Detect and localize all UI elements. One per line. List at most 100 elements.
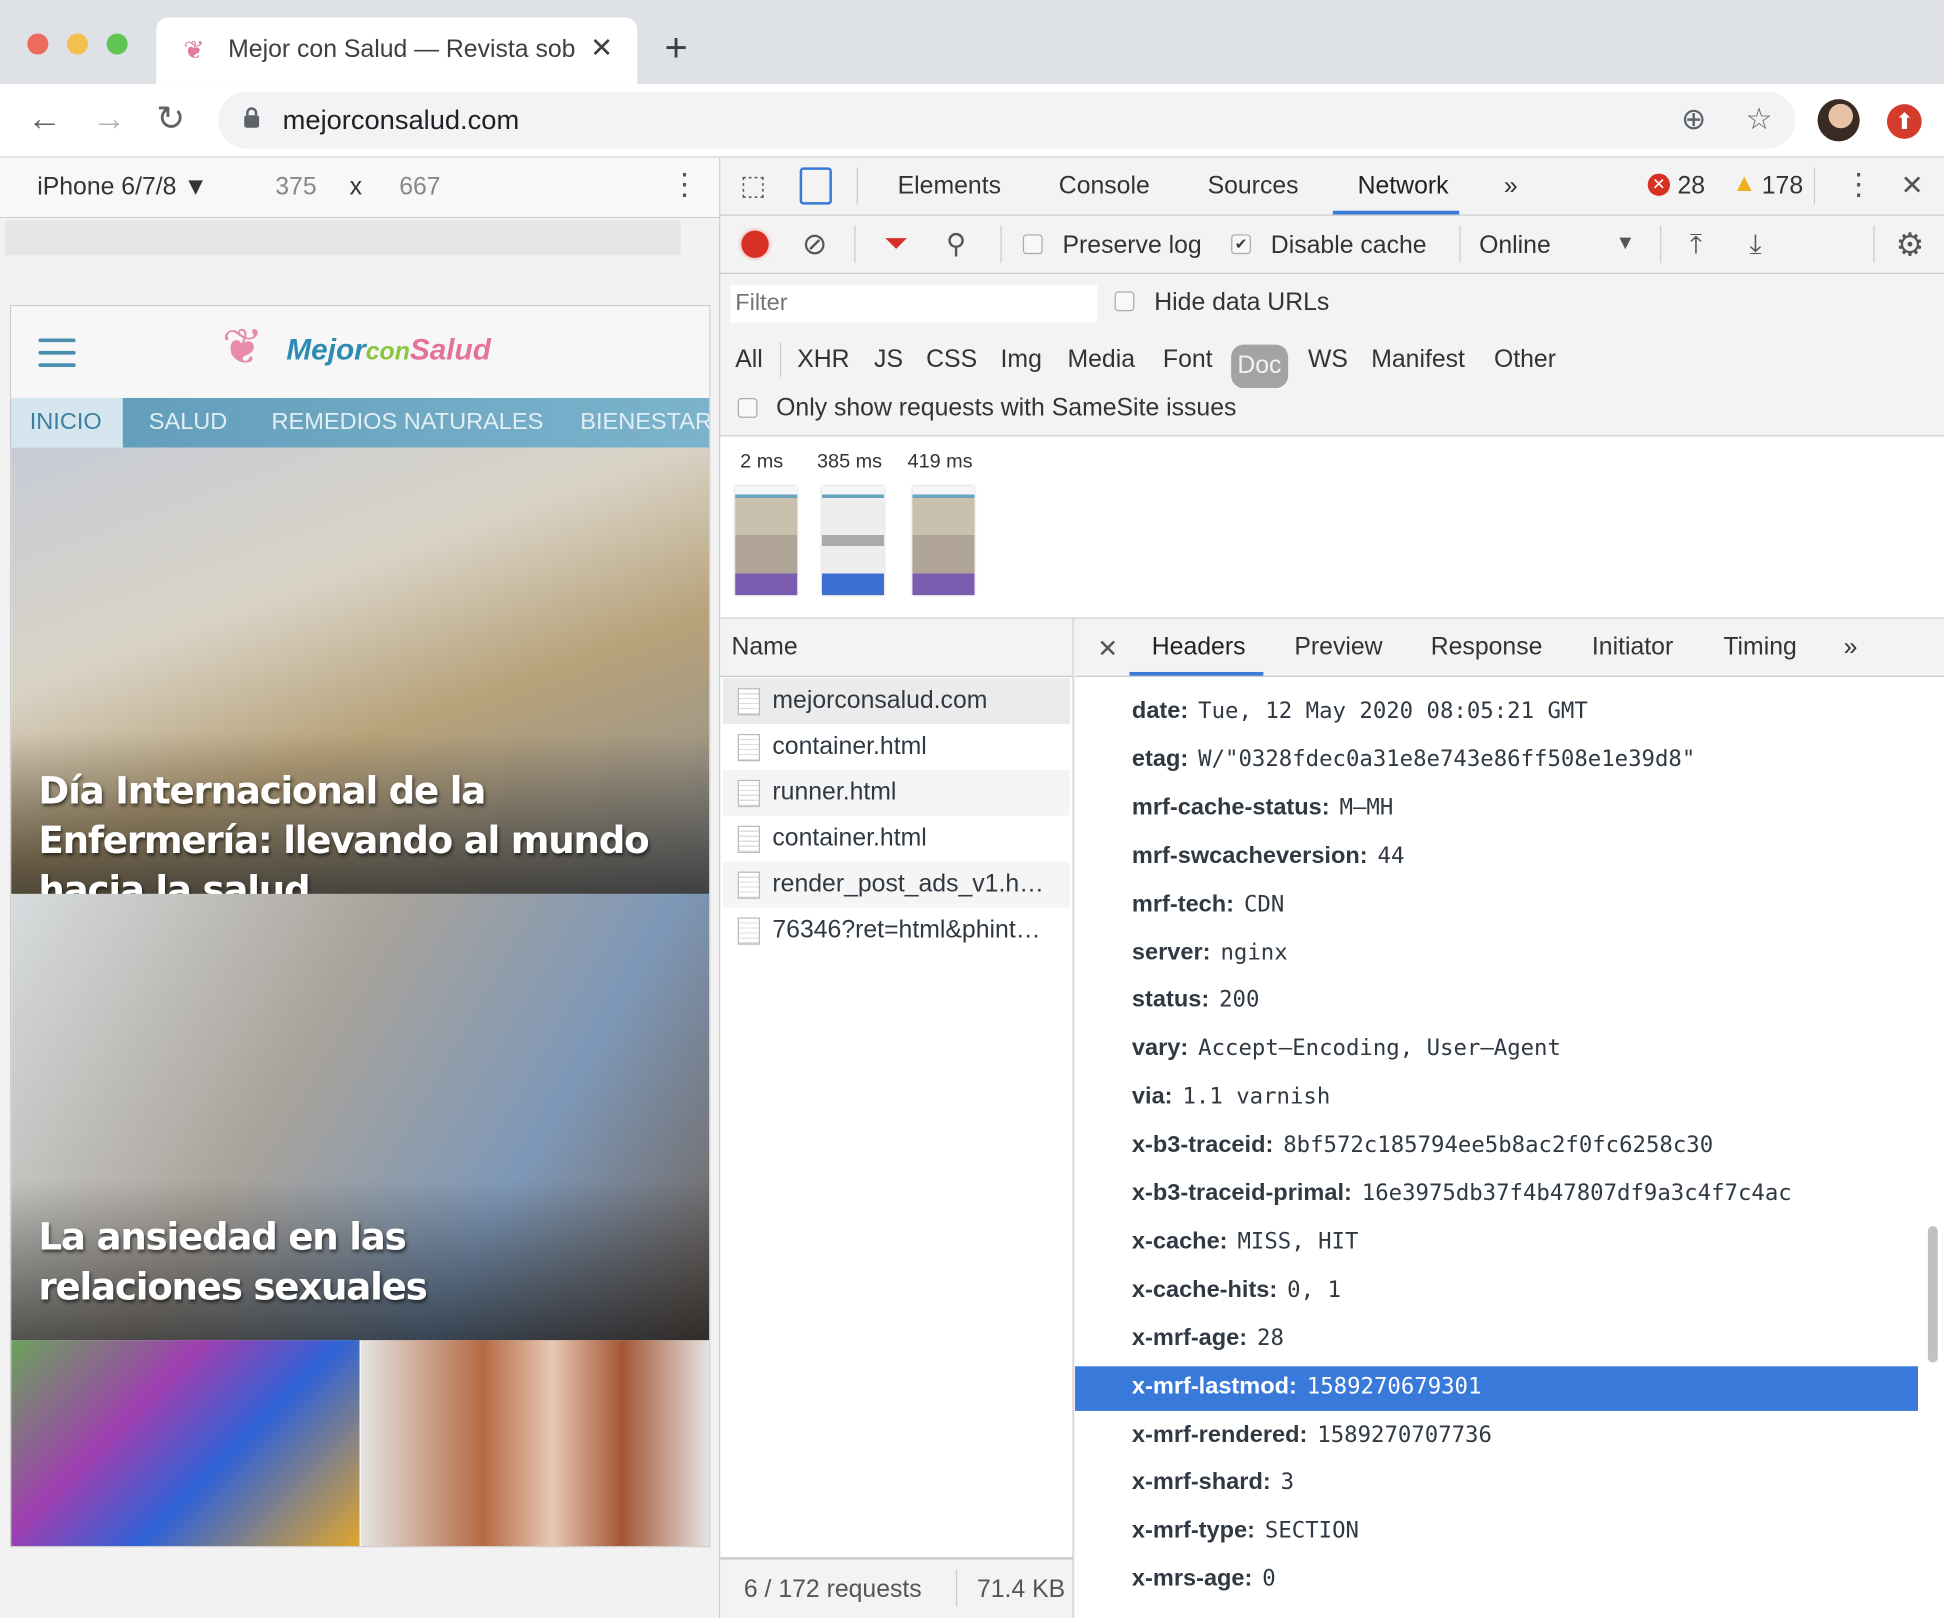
filter-type-doc[interactable]: Doc (1231, 344, 1288, 389)
settings-gear-icon[interactable]: ⚙ (1896, 226, 1925, 264)
tab-response[interactable]: Response (1431, 634, 1543, 663)
new-tab-button[interactable]: + (665, 27, 688, 67)
error-icon[interactable]: ✕ (1647, 173, 1671, 196)
article-thumbnail[interactable] (360, 1340, 710, 1547)
request-row[interactable]: runner.html (722, 769, 1070, 816)
bookmark-star-icon[interactable]: ☆ (1746, 102, 1773, 138)
filter-type-css[interactable]: CSS (921, 345, 982, 376)
error-count[interactable]: 28 (1677, 172, 1705, 201)
filter-type-manifest[interactable]: Manifest (1366, 345, 1470, 376)
maximize-window-button[interactable] (106, 33, 128, 55)
hamburger-menu-icon[interactable] (38, 338, 76, 367)
nav-item-salud[interactable]: SALUD (149, 409, 228, 436)
warning-count[interactable]: 178 (1762, 172, 1803, 201)
forward-button[interactable]: → (92, 97, 127, 142)
device-toggle-icon[interactable] (799, 167, 832, 205)
response-header-row[interactable]: date: Tue, 12 May 2020 08:05:21 GMT (1075, 691, 1918, 736)
filter-type-all[interactable]: All (730, 345, 767, 376)
request-row[interactable]: mejorconsalud.com (722, 678, 1070, 725)
import-har-icon[interactable]: ⤒ (1690, 228, 1702, 260)
samesite-checkbox[interactable] (737, 397, 758, 418)
clear-icon[interactable]: ⊘ (802, 227, 827, 263)
response-header-row[interactable]: x-b3-traceid: 8bf572c185794ee5b8ac2f0fc62… (1075, 1125, 1918, 1170)
preserve-log-checkbox[interactable] (1022, 234, 1043, 255)
article-headline[interactable]: La ansiedad en las relaciones sexuales (38, 1214, 608, 1313)
filmstrip-frame[interactable] (821, 486, 884, 596)
inspect-element-icon[interactable]: ⬚ (740, 170, 766, 202)
scrollbar-thumb[interactable] (1927, 1226, 1938, 1363)
filter-type-img[interactable]: Img (996, 345, 1047, 376)
tab-elements[interactable]: Elements (898, 172, 1001, 201)
update-icon[interactable]: ⬆ (1886, 104, 1922, 139)
reload-button[interactable]: ↻ (156, 97, 185, 142)
filter-type-ws[interactable]: WS (1303, 345, 1353, 376)
tab-headers[interactable]: Headers (1152, 634, 1246, 663)
back-button[interactable]: ← (27, 97, 62, 142)
profile-avatar[interactable] (1817, 99, 1860, 142)
request-row[interactable]: container.html (723, 724, 1070, 770)
device-select[interactable]: iPhone 6/7/8 ▼ (37, 174, 208, 203)
request-row[interactable]: container.html (723, 816, 1070, 862)
response-header-row[interactable]: mrf-tech: CDN (1075, 883, 1918, 928)
more-options-icon[interactable]: ⋮ (669, 167, 699, 203)
hide-data-urls-label[interactable]: Hide data URLs (1154, 289, 1329, 318)
response-header-row[interactable]: via: 1.1 varnish (1075, 1076, 1918, 1121)
filmstrip-frame[interactable] (735, 486, 798, 596)
article-card[interactable]: Día Internacional de la Enfermería: llev… (11, 447, 710, 912)
export-har-icon[interactable]: ⤓ (1749, 228, 1761, 260)
close-tab-icon[interactable]: ✕ (590, 32, 613, 64)
close-detail-icon[interactable]: ✕ (1097, 634, 1118, 665)
tab-sources[interactable]: Sources (1208, 172, 1299, 201)
request-row[interactable]: render_post_ads_v1.h… (722, 861, 1070, 908)
install-icon[interactable]: ⊕ (1681, 102, 1706, 138)
more-detail-tabs-icon[interactable]: » (1844, 634, 1858, 663)
response-header-row[interactable]: x-mrs-age: 0 (1075, 1559, 1918, 1604)
tab-preview[interactable]: Preview (1294, 634, 1382, 663)
response-header-row[interactable]: x-mrf-lastmod: 1589270679301 (1074, 1365, 1918, 1411)
close-devtools-icon[interactable]: ✕ (1901, 170, 1924, 202)
more-tabs-icon[interactable]: » (1504, 172, 1518, 201)
throttle-select[interactable]: Online (1479, 232, 1551, 261)
tab-initiator[interactable]: Initiator (1592, 634, 1673, 663)
browser-tab[interactable]: ❦ Mejor con Salud — Revista sob ✕ (156, 17, 638, 85)
filter-input[interactable] (730, 285, 1098, 323)
tab-timing[interactable]: Timing (1723, 634, 1796, 663)
tab-network[interactable]: Network (1358, 172, 1449, 201)
article-card[interactable]: La ansiedad en las relaciones sexuales (11, 893, 710, 1341)
name-column-header[interactable]: Name (720, 618, 1073, 677)
response-header-row[interactable]: etag: W/"0328fdec0a31e8e743e86ff508e1e39d… (1075, 739, 1918, 784)
response-header-row[interactable]: x-mrf-shard: 3 (1075, 1462, 1918, 1507)
hide-data-urls-checkbox[interactable] (1114, 291, 1135, 312)
response-header-row[interactable]: x-mrf-type: SECTION (1075, 1510, 1918, 1555)
minimize-window-button[interactable] (66, 33, 89, 55)
article-thumbnail[interactable] (11, 1340, 360, 1547)
device-width[interactable]: 375 (275, 174, 316, 203)
device-height[interactable]: 667 (399, 174, 440, 203)
record-button[interactable] (741, 230, 769, 258)
scrollbar[interactable] (1925, 1226, 1941, 1599)
filter-type-js[interactable]: JS (869, 345, 908, 376)
response-header-row[interactable]: x-b3-traceid-primal: 16e3975db37f4b47807d… (1075, 1173, 1918, 1218)
media-query-ruler[interactable] (4, 220, 681, 256)
response-header-row[interactable]: vary: Accept–Encoding, User–Agent (1075, 1028, 1918, 1073)
request-row[interactable]: 76346?ret=html&phint… (723, 908, 1070, 954)
nav-item-inicio[interactable]: INICIO (30, 409, 102, 436)
site-logo[interactable]: MejorconSalud (286, 334, 490, 369)
filter-type-xhr[interactable]: XHR (792, 345, 854, 376)
response-header-row[interactable]: x-mrf-age: 28 (1075, 1318, 1918, 1363)
filter-type-other[interactable]: Other (1489, 345, 1561, 376)
devtools-menu-icon[interactable]: ⋮ (1844, 167, 1874, 203)
filter-icon[interactable]: ⏷ (884, 227, 908, 262)
chevron-down-icon[interactable]: ▼ (1615, 233, 1635, 255)
filmstrip-frame[interactable] (912, 486, 975, 596)
tab-console[interactable]: Console (1059, 172, 1150, 201)
nav-item-remedios[interactable]: REMEDIOS NATURALES (272, 409, 544, 436)
response-header-row[interactable]: mrf-swcacheversion: 44 (1075, 835, 1918, 880)
address-bar[interactable]: mejorconsalud.com ⊕ ☆ (218, 91, 1796, 149)
response-header-row[interactable]: x-cache: MISS, HIT (1075, 1221, 1918, 1266)
search-icon[interactable]: ⚲ (946, 228, 966, 260)
warning-icon[interactable]: ▲ (1732, 170, 1757, 199)
close-window-button[interactable] (27, 33, 49, 55)
response-header-row[interactable]: server: nginx (1075, 932, 1918, 977)
preserve-log-label[interactable]: Preserve log (1063, 232, 1202, 261)
